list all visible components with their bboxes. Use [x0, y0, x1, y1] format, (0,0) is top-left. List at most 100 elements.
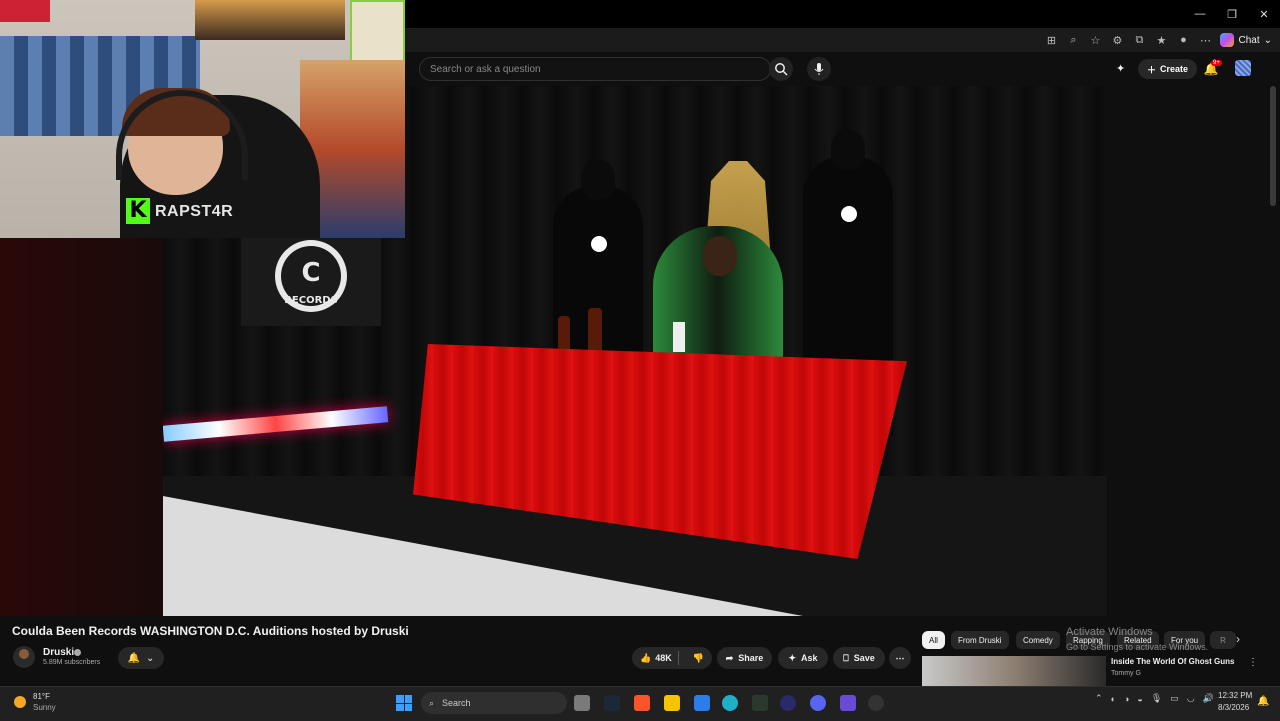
- clock-date[interactable]: 8/3/2026: [1218, 703, 1249, 712]
- weather-condition[interactable]: Sunny: [33, 703, 56, 712]
- favorite-star-icon[interactable]: ☆: [1088, 33, 1102, 47]
- sign-label: RECORDS: [284, 295, 338, 306]
- video-title: Coulda Been Records WASHINGTON D.C. Audi…: [12, 624, 409, 638]
- wifi-icon[interactable]: ◡: [1187, 693, 1195, 704]
- browser-title-bar: — ❐ ✕: [405, 0, 1280, 28]
- bell-icon: 🔔: [127, 652, 141, 664]
- tray-app-icon[interactable]: ◒: [1137, 694, 1142, 704]
- tray-app-icon[interactable]: ◐: [1111, 694, 1116, 704]
- channel-avatar[interactable]: [13, 646, 35, 668]
- search-icon: ⌕: [429, 697, 435, 708]
- more-dots-icon: ⋯: [895, 652, 905, 663]
- file-explorer-icon[interactable]: [664, 695, 680, 711]
- microphone-icon[interactable]: 🎙: [1151, 693, 1162, 704]
- app-icon[interactable]: [780, 695, 796, 711]
- chevron-up-icon[interactable]: ⌃: [1095, 693, 1103, 704]
- share-button[interactable]: ➦ Share: [717, 647, 772, 669]
- minimize-button[interactable]: —: [1184, 0, 1216, 28]
- search-input[interactable]: Search or ask a question: [419, 57, 771, 81]
- voice-search-button[interactable]: [807, 57, 831, 81]
- youtube-header: Search or ask a question ✦ ＋ Create 🔔 9+: [405, 52, 1280, 86]
- extensions-icon[interactable]: ⚙: [1110, 33, 1124, 47]
- edge-browser-icon[interactable]: [722, 695, 738, 711]
- volume-icon[interactable]: 🔊: [1203, 693, 1214, 704]
- save-button[interactable]: ⎕ Save: [833, 647, 885, 669]
- subscriber-count: 5.89M subscribers: [43, 659, 101, 666]
- chip-comedy[interactable]: Comedy: [1016, 631, 1060, 649]
- favorites-icon[interactable]: ★: [1154, 33, 1168, 47]
- figure-shelf: [195, 0, 345, 40]
- recommended-title[interactable]: Inside The World Of Ghost Guns: [1111, 657, 1234, 666]
- verified-badge-icon: [74, 649, 81, 656]
- recommended-thumbnail[interactable]: [922, 656, 1106, 686]
- brave-browser-icon[interactable]: [634, 695, 650, 711]
- share-label: Share: [738, 653, 764, 663]
- chip-from-druski[interactable]: From Druski: [951, 631, 1009, 649]
- copilot-icon: [1220, 33, 1235, 47]
- split-screen-icon[interactable]: ⧉: [1132, 33, 1146, 47]
- activate-windows-title: Activate Windows: [1066, 626, 1153, 638]
- task-view-icon[interactable]: [574, 695, 590, 711]
- zoom-icon[interactable]: ⌕: [1066, 33, 1080, 47]
- extension-icon[interactable]: ✦: [1116, 62, 1125, 75]
- streamer-name: RAPST4R: [155, 203, 234, 220]
- window-controls: — ❐ ✕: [1184, 0, 1280, 28]
- dislike-button[interactable]: 👎: [693, 653, 704, 664]
- activate-windows-subtitle: Go to Settings to activate Windows.: [1066, 642, 1209, 652]
- copilot-chat-button[interactable]: Chat ⌄: [1220, 33, 1272, 47]
- app-available-icon[interactable]: ⊞: [1044, 33, 1058, 47]
- profile-avatar[interactable]: ●: [1176, 33, 1190, 47]
- weather-temperature[interactable]: 81°F: [33, 692, 50, 701]
- like-button[interactable]: 👍 48K: [640, 653, 672, 664]
- page-scrollbar[interactable]: [1270, 86, 1276, 206]
- microphone-icon: [814, 63, 824, 75]
- create-button[interactable]: ＋ Create: [1138, 59, 1198, 79]
- chip-all[interactable]: All: [922, 631, 945, 649]
- browser-toolbar: ⊞ ⌕ ☆ ⚙ ⧉ ★ ● ⋯ Chat ⌄: [405, 28, 1280, 53]
- network-icon[interactable]: ▭: [1170, 693, 1179, 704]
- mail-icon[interactable]: [694, 695, 710, 711]
- bookmark-icon: ⎕: [843, 652, 849, 663]
- windows-start-button[interactable]: [396, 695, 412, 711]
- ambient-background: [0, 238, 163, 616]
- discord-icon[interactable]: [810, 695, 826, 711]
- create-label: Create: [1160, 64, 1189, 74]
- subscribed-notification-button[interactable]: 🔔 ⌄: [118, 647, 164, 669]
- recommended-channel[interactable]: Tommy G: [1111, 670, 1141, 677]
- taskbar-search[interactable]: ⌕ Search: [421, 692, 567, 714]
- obs-icon[interactable]: [868, 695, 884, 711]
- bottle: [558, 316, 570, 352]
- cup: [673, 322, 685, 352]
- chip-truncated[interactable]: R: [1210, 631, 1236, 649]
- notification-badge: 9+: [1211, 60, 1222, 66]
- more-actions-button[interactable]: ⋯: [889, 647, 911, 669]
- coulda-been-records-sign: C RECORDS: [241, 236, 381, 326]
- ask-label: Ask: [801, 653, 818, 663]
- kick-logo-icon: K: [126, 198, 150, 224]
- wall-sign: [0, 0, 50, 22]
- search-button[interactable]: [769, 57, 793, 81]
- notification-center-icon[interactable]: 🔔: [1257, 696, 1269, 707]
- ask-button[interactable]: ✦ Ask: [778, 647, 828, 669]
- svg-text:C: C: [301, 258, 320, 288]
- picture-frame: [350, 0, 405, 68]
- chevron-right-icon[interactable]: ›: [1236, 632, 1240, 646]
- taskbar-search-label: Search: [442, 698, 471, 708]
- tray-app-icon[interactable]: ◑: [1124, 694, 1129, 704]
- chevron-down-icon: ⌄: [146, 652, 155, 664]
- more-menu-icon[interactable]: ⋯: [1198, 33, 1212, 47]
- sun-weather-icon[interactable]: [14, 696, 26, 708]
- channel-name[interactable]: Druski: [43, 647, 74, 658]
- clock-time[interactable]: 12:32 PM: [1218, 691, 1252, 700]
- sparkle-icon: ✦: [788, 652, 797, 663]
- restore-button[interactable]: ❐: [1216, 0, 1248, 28]
- steam-icon[interactable]: [604, 695, 620, 711]
- nvidia-icon[interactable]: [752, 695, 768, 711]
- chat-label: Chat: [1238, 34, 1260, 46]
- divider: [678, 651, 679, 665]
- close-button[interactable]: ✕: [1248, 0, 1280, 28]
- app-grid-icon[interactable]: [840, 695, 856, 711]
- account-avatar[interactable]: [1235, 60, 1251, 76]
- share-arrow-icon: ➦: [725, 652, 734, 663]
- more-vert-icon[interactable]: ⋮: [1248, 657, 1258, 668]
